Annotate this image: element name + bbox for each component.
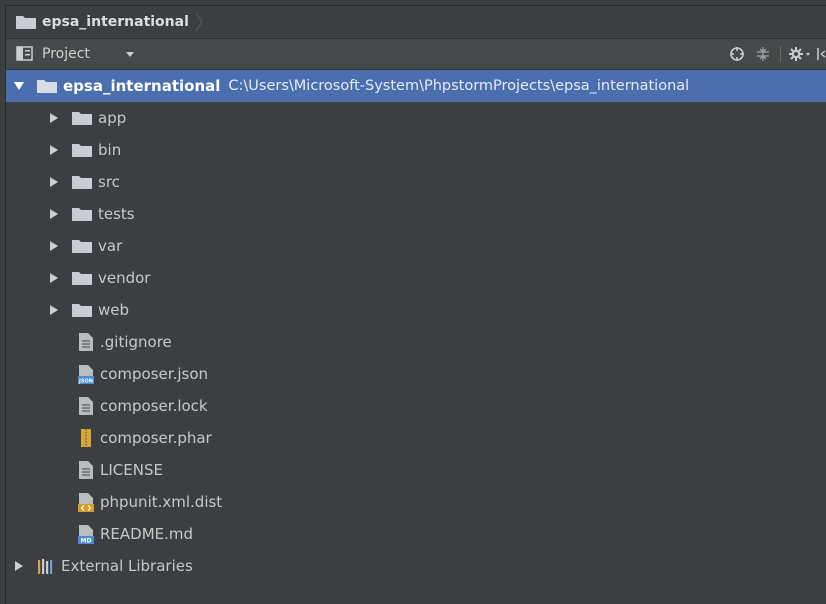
chevron-down-icon[interactable] (13, 80, 25, 92)
folder-label: app (98, 109, 127, 127)
svg-text:JSON: JSON (78, 379, 93, 385)
library-icon (37, 558, 55, 574)
tree-folder-row[interactable]: bin (6, 134, 826, 166)
header-toolbar (726, 39, 826, 69)
folder-icon (72, 143, 92, 157)
folder-icon (16, 16, 36, 29)
file-label: LICENSE (100, 461, 163, 479)
root-label: epsa_international (63, 77, 221, 95)
tree-external-libraries[interactable]: External Libraries (6, 550, 826, 582)
tree-file-row[interactable]: JSON composer.json (6, 358, 826, 390)
folder-icon (72, 175, 92, 189)
tree-folder-row[interactable]: var (6, 230, 826, 262)
tree-file-row[interactable]: LICENSE (6, 454, 826, 486)
json-file-icon: JSON (78, 364, 94, 384)
tree-file-row[interactable]: phpunit.xml.dist (6, 486, 826, 518)
tree-folder-row[interactable]: tests (6, 198, 826, 230)
chevron-down-icon[interactable] (125, 50, 134, 58)
chevron-right-icon[interactable] (48, 304, 60, 316)
chevron-right-icon[interactable] (48, 144, 60, 156)
folder-icon (72, 207, 92, 221)
tree-file-row[interactable]: .gitignore (6, 326, 826, 358)
file-label: composer.lock (100, 397, 208, 415)
tree-root[interactable]: epsa_international C:\Users\Microsoft-Sy… (6, 70, 826, 102)
project-view-icon (16, 46, 33, 61)
folder-label: src (98, 173, 120, 191)
svg-text:MD: MD (81, 538, 92, 544)
file-label: .gitignore (100, 333, 172, 351)
breadcrumb-separator-icon (195, 12, 203, 32)
tool-window-header: Project (6, 39, 826, 70)
view-selector-label[interactable]: Project (42, 46, 90, 62)
folder-icon (72, 239, 92, 253)
chevron-right-icon[interactable] (13, 560, 25, 572)
tree-folder-row[interactable]: app (6, 102, 826, 134)
archive-file-icon (78, 428, 94, 448)
folder-icon (72, 111, 92, 125)
file-label: README.md (100, 525, 194, 543)
external-libraries-label: External Libraries (61, 557, 193, 575)
breadcrumb-project[interactable]: epsa_international (42, 14, 189, 30)
folder-icon (37, 79, 57, 93)
tree-folder-row[interactable]: vendor (6, 262, 826, 294)
project-tool-window: epsa_international Project epsa_internat… (5, 5, 826, 604)
markdown-file-icon: MD (78, 524, 94, 544)
folder-label: var (98, 237, 123, 255)
crosshair-icon (730, 47, 744, 61)
collapse-all-button[interactable] (752, 43, 774, 65)
tree-file-row[interactable]: composer.phar (6, 422, 826, 454)
chevron-right-icon[interactable] (48, 208, 60, 220)
chevron-right-icon[interactable] (48, 112, 60, 124)
folder-icon (72, 303, 92, 317)
text-file-icon (78, 332, 94, 352)
xml-file-icon (78, 492, 94, 512)
chevron-right-icon[interactable] (48, 272, 60, 284)
folder-label: bin (98, 141, 122, 159)
project-tree: epsa_international C:\Users\Microsoft-Sy… (6, 70, 826, 582)
file-label: composer.phar (100, 429, 212, 447)
root-path: C:\Users\Microsoft-System\PhpstormProjec… (228, 78, 690, 94)
scroll-from-source-button[interactable] (726, 43, 748, 65)
file-label: phpunit.xml.dist (100, 493, 223, 511)
settings-button[interactable] (787, 43, 813, 65)
gear-icon (789, 47, 810, 61)
chevron-right-icon[interactable] (48, 240, 60, 252)
tree-folder-row[interactable]: src (6, 166, 826, 198)
text-file-icon (78, 396, 94, 416)
chevron-right-icon[interactable] (48, 176, 60, 188)
tree-folder-row[interactable]: web (6, 294, 826, 326)
toolbar-separator (780, 46, 781, 62)
tree-file-row[interactable]: composer.lock (6, 390, 826, 422)
file-label: composer.json (100, 365, 209, 383)
navigation-bar: epsa_international (6, 6, 826, 39)
folder-label: tests (98, 205, 135, 223)
collapse-all-icon (757, 47, 769, 61)
hide-panel-icon (817, 48, 826, 60)
hide-button[interactable] (817, 43, 826, 65)
text-file-icon (78, 460, 94, 480)
tree-file-row[interactable]: MD README.md (6, 518, 826, 550)
folder-icon (72, 271, 92, 285)
folder-label: web (98, 301, 130, 319)
folder-label: vendor (98, 269, 151, 287)
